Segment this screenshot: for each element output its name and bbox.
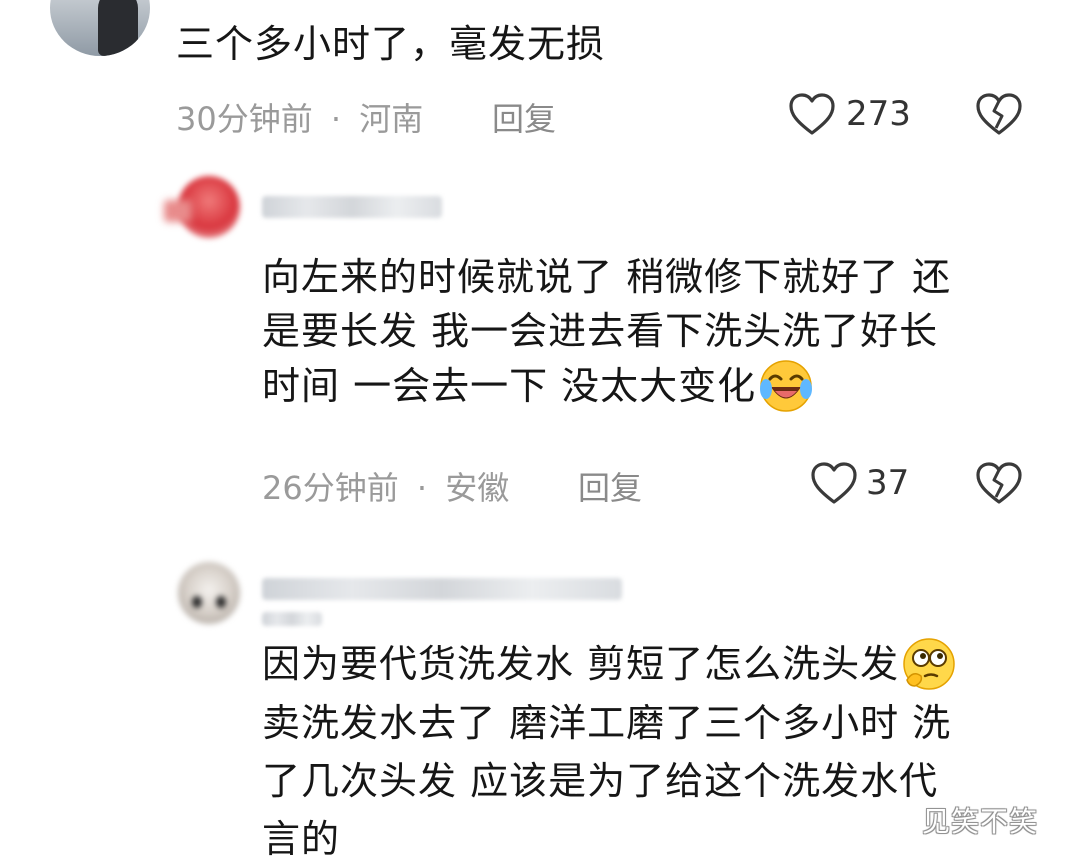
dislike-button[interactable] [975, 461, 1023, 507]
heart-outline-icon [789, 93, 835, 135]
meta-separator: · [416, 469, 428, 507]
username-blurred-fragment [262, 612, 322, 626]
reply-button[interactable]: 回复 [578, 463, 642, 509]
like-count: 37 [866, 463, 910, 503]
meta-separator: · [330, 100, 342, 138]
laughing-crying-emoji-icon [760, 360, 813, 412]
comment-meta: 26分钟前 · 安徽 [262, 463, 509, 509]
comment-time: 26分钟前 [262, 469, 399, 507]
avatar[interactable] [178, 562, 240, 624]
comment-meta: 30分钟前 · 河南 [176, 94, 423, 140]
dislike-button[interactable] [975, 92, 1023, 138]
comment-location: 安徽 [445, 469, 510, 507]
watermark: 见笑不笑 [922, 805, 1039, 838]
broken-heart-icon [976, 93, 1022, 135]
comment-text: 三个多小时了，毫发无损 [176, 22, 606, 66]
avatar-person-image [98, 0, 138, 56]
username-blurred[interactable] [262, 196, 442, 218]
avatar-blur-fragment [164, 200, 192, 222]
comment-text: 向左来的时候就说了 稍微修下就好了 还 是要长发 我一会进去看下洗头洗了好长 时… [262, 250, 1042, 414]
thinking-emoji-icon [903, 638, 955, 690]
broken-heart-icon [976, 462, 1022, 504]
comment-time: 30分钟前 [176, 100, 313, 138]
username-blurred[interactable] [262, 578, 622, 600]
reply-button[interactable]: 回复 [492, 94, 556, 140]
like-count: 273 [846, 94, 911, 134]
comment-location: 河南 [359, 100, 424, 138]
heart-outline-icon [811, 462, 857, 504]
avatar[interactable] [50, 0, 150, 56]
like-button[interactable] [788, 92, 836, 138]
like-button[interactable] [810, 461, 858, 507]
